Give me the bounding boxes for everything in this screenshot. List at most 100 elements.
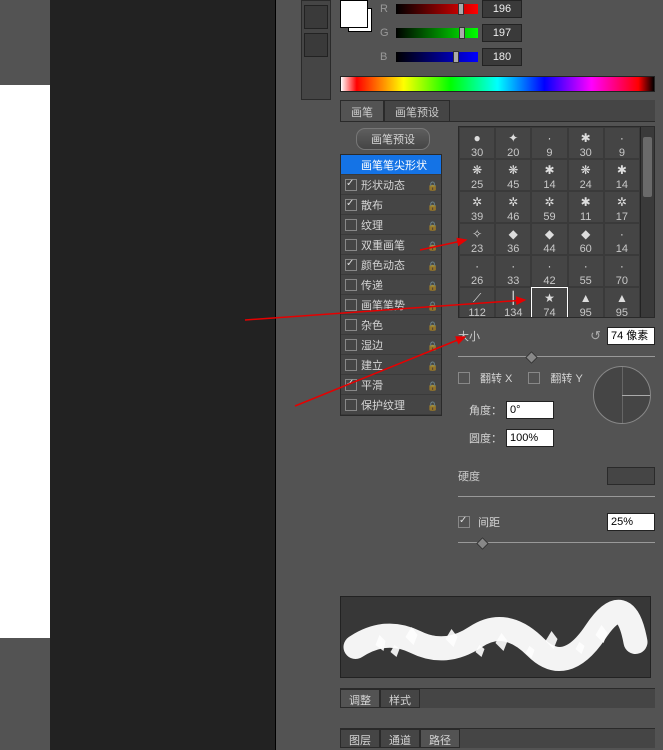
brush-thumb-20[interactable]: ✦20	[495, 127, 531, 159]
checkbox-icon[interactable]	[345, 179, 357, 191]
angle-label: 角度：	[458, 402, 502, 418]
spacing-checkbox[interactable]	[458, 516, 470, 528]
lock-icon[interactable]	[427, 320, 437, 330]
brush-thumb-24[interactable]: ❋24	[568, 159, 604, 191]
g-value[interactable]: 197	[482, 24, 522, 42]
angle-picker[interactable]	[593, 366, 651, 424]
opt-buildup[interactable]: 建立	[341, 355, 441, 375]
checkbox-icon[interactable]	[345, 259, 357, 271]
brush-thumb-30[interactable]: ✱30	[568, 127, 604, 159]
lock-icon[interactable]	[427, 380, 437, 390]
opt-tip-shape[interactable]: 画笔笔尖形状	[341, 155, 441, 175]
brush-thumb-70[interactable]: ·70	[604, 255, 640, 287]
lock-icon[interactable]	[427, 200, 437, 210]
b-value[interactable]: 180	[482, 48, 522, 66]
brush-thumb-39[interactable]: ✲39	[459, 191, 495, 223]
opt-protect-texture[interactable]: 保护纹理	[341, 395, 441, 415]
brush-thumb-14[interactable]: ·14	[604, 223, 640, 255]
lock-icon[interactable]	[427, 400, 437, 410]
brush-thumb-55[interactable]: ·55	[568, 255, 604, 287]
tab-adjust[interactable]: 调整	[340, 689, 380, 708]
canvas[interactable]	[0, 85, 50, 638]
brush-thumb-26[interactable]: ·26	[459, 255, 495, 287]
opt-texture[interactable]: 纹理	[341, 215, 441, 235]
spectrum-picker[interactable]	[340, 76, 655, 92]
angle-field[interactable]: 0°	[506, 401, 554, 419]
r-slider[interactable]	[396, 4, 478, 14]
checkbox-icon[interactable]	[345, 199, 357, 211]
brush-thumb-45[interactable]: ❋45	[495, 159, 531, 191]
lock-icon[interactable]	[427, 180, 437, 190]
r-value[interactable]: 196	[482, 0, 522, 18]
tab-brush-presets[interactable]: 画笔预设	[384, 100, 450, 121]
lock-icon[interactable]	[427, 280, 437, 290]
spacing-field[interactable]: 25%	[607, 513, 655, 531]
brush-thumb-23[interactable]: ✧23	[459, 223, 495, 255]
dock-icon-1[interactable]	[304, 5, 328, 29]
lock-icon[interactable]	[427, 260, 437, 270]
brush-thumb-14[interactable]: ✱14	[604, 159, 640, 191]
brush-thumb-42[interactable]: ·42	[531, 255, 567, 287]
brush-thumb-33[interactable]: ·33	[495, 255, 531, 287]
checkbox-icon[interactable]	[345, 239, 357, 251]
b-slider[interactable]	[396, 52, 478, 62]
opt-shape-dynamics[interactable]: 形状动态	[341, 175, 441, 195]
fg-swatch[interactable]	[340, 0, 368, 28]
brush-thumb-14[interactable]: ✱14	[531, 159, 567, 191]
brush-thumb-9[interactable]: ·9	[604, 127, 640, 159]
reset-size-icon[interactable]: ↺	[590, 328, 601, 344]
brush-thumb-30[interactable]: ●30	[459, 127, 495, 159]
dock-icon-2[interactable]	[304, 33, 328, 57]
lock-icon[interactable]	[427, 240, 437, 250]
opt-brush-pose[interactable]: 画笔笔势	[341, 295, 441, 315]
checkbox-icon[interactable]	[345, 219, 357, 231]
brush-thumb-11[interactable]: ✱11	[568, 191, 604, 223]
hardness-slider[interactable]	[458, 492, 655, 502]
flip-y-checkbox[interactable]	[528, 372, 540, 384]
brush-thumb-95[interactable]: ▲95	[568, 287, 604, 317]
brush-thumb-36[interactable]: ◆36	[495, 223, 531, 255]
checkbox-icon[interactable]	[345, 299, 357, 311]
brush-presets-button[interactable]: 画笔预设	[356, 128, 430, 150]
tab-brush[interactable]: 画笔	[340, 100, 384, 121]
size-slider[interactable]	[458, 352, 655, 362]
brush-thumb-9[interactable]: ·9	[531, 127, 567, 159]
lock-icon[interactable]	[427, 300, 437, 310]
checkbox-icon[interactable]	[345, 399, 357, 411]
brush-thumb-59[interactable]: ✲59	[531, 191, 567, 223]
opt-scattering[interactable]: 散布	[341, 195, 441, 215]
size-field[interactable]: 74 像素	[607, 327, 655, 345]
roundness-field[interactable]: 100%	[506, 429, 554, 447]
brush-thumb-44[interactable]: ◆44	[531, 223, 567, 255]
brush-thumb-95[interactable]: ▲95	[604, 287, 640, 317]
opt-noise[interactable]: 杂色	[341, 315, 441, 335]
lock-icon[interactable]	[427, 340, 437, 350]
lock-icon[interactable]	[427, 220, 437, 230]
opt-color-dynamics[interactable]: 颜色动态	[341, 255, 441, 275]
checkbox-icon[interactable]	[345, 379, 357, 391]
brush-thumb-25[interactable]: ❋25	[459, 159, 495, 191]
brush-grid-scrollbar[interactable]	[640, 127, 654, 317]
brush-thumb-112[interactable]: ⟋112	[459, 287, 495, 317]
spacing-slider[interactable]	[458, 538, 655, 548]
checkbox-icon[interactable]	[345, 359, 357, 371]
opt-wet-edges[interactable]: 湿边	[341, 335, 441, 355]
brush-thumb-60[interactable]: ◆60	[568, 223, 604, 255]
checkbox-icon[interactable]	[345, 339, 357, 351]
checkbox-icon[interactable]	[345, 279, 357, 291]
lock-icon[interactable]	[427, 360, 437, 370]
opt-dual-brush[interactable]: 双重画笔	[341, 235, 441, 255]
brush-thumb-134[interactable]: ⎮134	[495, 287, 531, 317]
tab-channels[interactable]: 通道	[380, 729, 420, 748]
g-slider[interactable]	[396, 28, 478, 38]
tab-paths[interactable]: 路径	[420, 729, 460, 748]
opt-smoothing[interactable]: 平滑	[341, 375, 441, 395]
flip-x-checkbox[interactable]	[458, 372, 470, 384]
brush-thumb-74[interactable]: ★74	[531, 287, 567, 317]
checkbox-icon[interactable]	[345, 319, 357, 331]
brush-thumb-17[interactable]: ✲17	[604, 191, 640, 223]
tab-styles[interactable]: 样式	[380, 689, 420, 708]
tab-layers[interactable]: 图层	[340, 729, 380, 748]
opt-transfer[interactable]: 传递	[341, 275, 441, 295]
brush-thumb-46[interactable]: ✲46	[495, 191, 531, 223]
